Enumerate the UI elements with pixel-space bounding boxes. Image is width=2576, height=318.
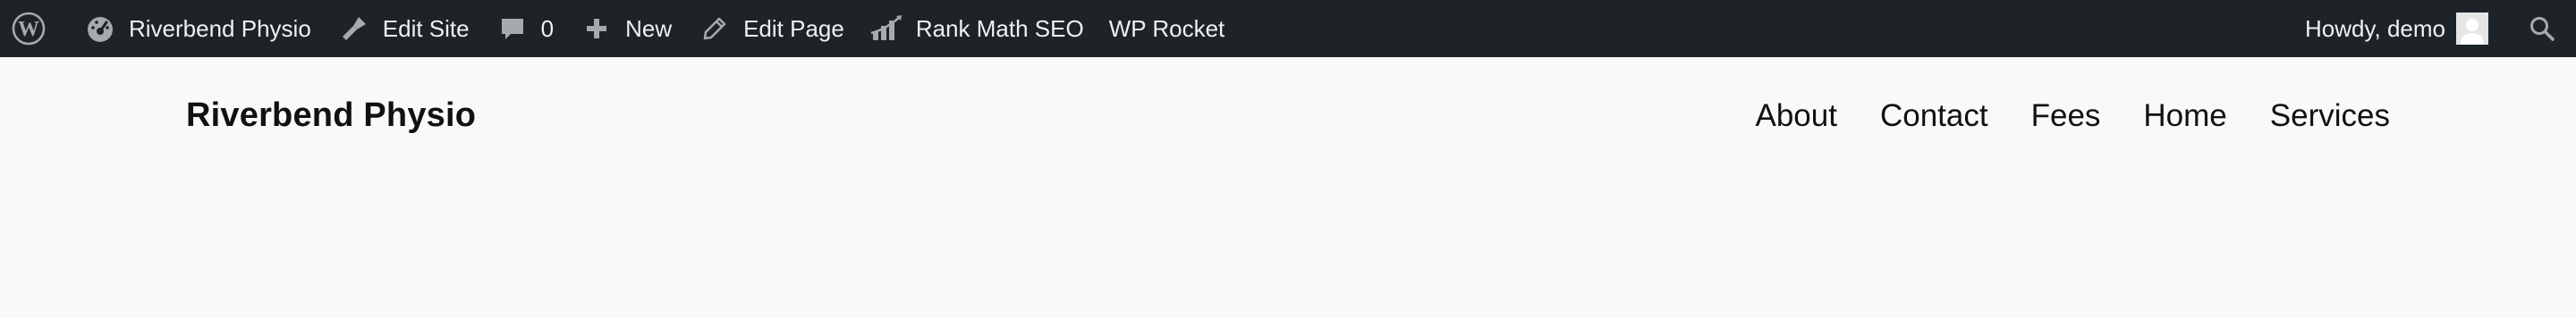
primary-navigation: About Contact Fees Home Services bbox=[1713, 98, 2391, 134]
nav-item-home[interactable]: Home bbox=[2143, 98, 2226, 134]
my-account-menu[interactable]: Howdy, demo bbox=[2292, 0, 2501, 57]
rank-math-label: Rank Math SEO bbox=[915, 14, 1084, 42]
rank-math-menu[interactable]: Rank Math SEO bbox=[857, 0, 1097, 57]
admin-bar-search[interactable] bbox=[2501, 0, 2576, 57]
new-content-menu[interactable]: New bbox=[566, 0, 684, 57]
site-name-menu[interactable]: Riverbend Physio bbox=[63, 0, 324, 57]
user-avatar-icon bbox=[2456, 13, 2488, 45]
nav-item-contact[interactable]: Contact bbox=[1880, 98, 1988, 134]
admin-bar-right: Howdy, demo bbox=[2292, 0, 2576, 57]
comments-count: 0 bbox=[540, 14, 555, 42]
pencil-icon bbox=[697, 11, 733, 46]
wp-rocket-label: WP Rocket bbox=[1108, 14, 1225, 42]
comments-link[interactable]: 0 bbox=[482, 0, 566, 57]
wp-logo-menu[interactable]: W bbox=[0, 0, 63, 57]
nav-item-fees[interactable]: Fees bbox=[2031, 98, 2101, 134]
nav-item-services[interactable]: Services bbox=[2270, 98, 2390, 134]
site-header: Riverbend Physio About Contact Fees Home… bbox=[0, 57, 2576, 182]
wp-rocket-menu[interactable]: WP Rocket bbox=[1097, 0, 1238, 57]
search-icon bbox=[2524, 11, 2560, 46]
admin-bar: W Riverbend Physio Edit Site 0 New Edit … bbox=[0, 0, 2576, 57]
edit-site-link[interactable]: Edit Site bbox=[324, 0, 482, 57]
admin-bar-left: W Riverbend Physio Edit Site 0 New Edit … bbox=[0, 0, 1237, 57]
rank-math-chart-icon bbox=[869, 11, 905, 46]
site-title[interactable]: Riverbend Physio bbox=[186, 96, 476, 135]
svg-text:W: W bbox=[18, 18, 39, 41]
brush-icon bbox=[336, 11, 372, 46]
howdy-label: Howdy, demo bbox=[2304, 14, 2445, 42]
edit-page-link[interactable]: Edit Page bbox=[684, 0, 857, 57]
edit-page-label: Edit Page bbox=[743, 14, 844, 42]
site-name-label: Riverbend Physio bbox=[129, 14, 311, 42]
comment-bubble-icon bbox=[495, 11, 530, 46]
plus-icon bbox=[579, 11, 614, 46]
dashboard-gauge-icon bbox=[82, 11, 118, 46]
new-label: New bbox=[625, 14, 673, 42]
edit-site-label: Edit Site bbox=[382, 14, 470, 42]
nav-item-about[interactable]: About bbox=[1756, 98, 1837, 134]
wordpress-icon: W bbox=[9, 9, 48, 48]
